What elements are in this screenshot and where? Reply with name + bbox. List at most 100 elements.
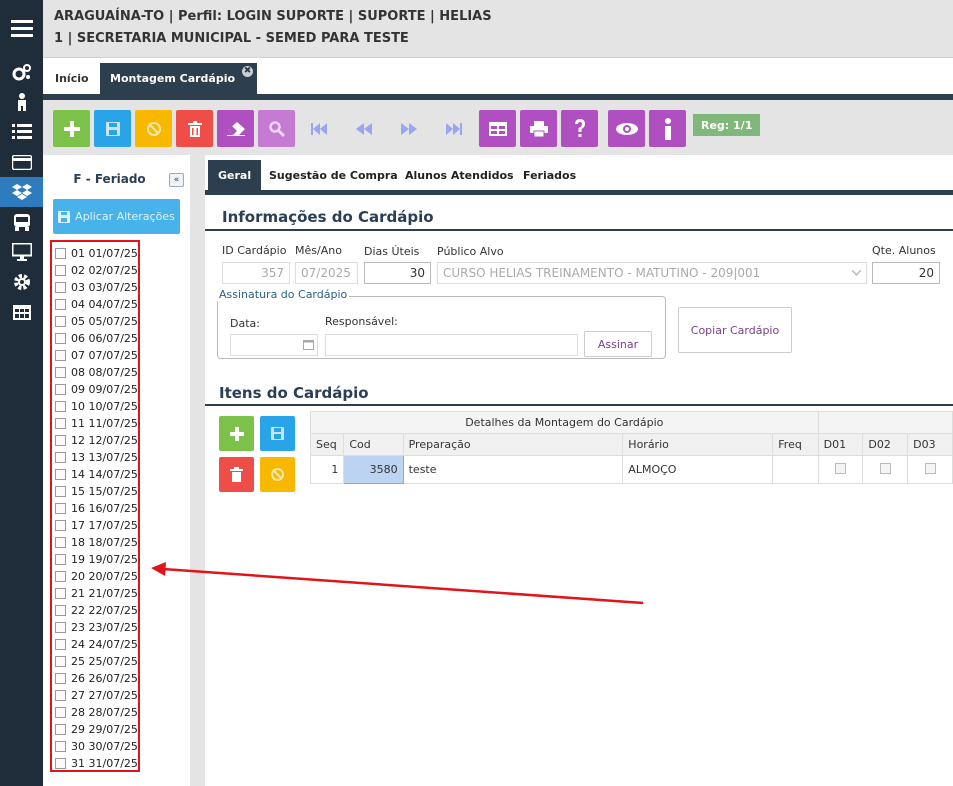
grid-view-button[interactable] [479, 110, 516, 147]
col-freq[interactable]: Freq [772, 433, 819, 456]
day-checkbox-item[interactable]: 21 21/07/25 [55, 585, 138, 602]
day-checkbox[interactable] [55, 282, 66, 293]
day-checkbox[interactable] [55, 673, 66, 684]
data-field[interactable] [230, 334, 318, 356]
day-checkbox[interactable] [55, 639, 66, 650]
day-checkbox[interactable] [55, 333, 66, 344]
dias-field[interactable]: 30 [364, 262, 431, 284]
copy-menu-button[interactable]: Copiar Cardápio [678, 307, 792, 353]
day-checkbox-item[interactable]: 22 22/07/25 [55, 602, 138, 619]
day-checkbox[interactable] [55, 384, 66, 395]
col-d02[interactable]: D02 [862, 433, 909, 456]
day-checkbox[interactable] [55, 622, 66, 633]
d02-checkbox[interactable] [879, 462, 891, 474]
day-checkbox-item[interactable]: 06 06/07/25 [55, 330, 138, 347]
day-checkbox-item[interactable]: 15 15/07/25 [55, 483, 138, 500]
day-checkbox-item[interactable]: 14 14/07/25 [55, 466, 138, 483]
search-button[interactable] [258, 110, 295, 147]
cell-seq[interactable]: 1 [309, 455, 345, 484]
tab-montagem-cardapio[interactable]: Montagem Cardápio ✖ [100, 63, 258, 94]
d03-checkbox[interactable] [924, 462, 936, 474]
cancel-button[interactable] [135, 110, 172, 147]
day-checkbox-item[interactable]: 03 03/07/25 [55, 279, 138, 296]
cell-d03[interactable] [907, 455, 953, 484]
day-checkbox-item[interactable]: 28 28/07/25 [55, 704, 138, 721]
table-icon[interactable] [0, 297, 43, 327]
day-checkbox[interactable] [55, 469, 66, 480]
mes-field[interactable]: 07/2025 [295, 262, 358, 284]
cell-horario[interactable]: ALMOÇO [622, 455, 774, 484]
day-checkbox[interactable] [55, 571, 66, 582]
add-item-button[interactable] [219, 416, 254, 451]
day-checkbox-item[interactable]: 09 09/07/25 [55, 381, 138, 398]
delete-item-button[interactable] [219, 457, 254, 492]
day-checkbox[interactable] [55, 265, 66, 276]
day-checkbox-item[interactable]: 16 16/07/25 [55, 500, 138, 517]
day-checkbox[interactable] [55, 741, 66, 752]
print-button[interactable] [520, 110, 557, 147]
cell-preparacao[interactable]: teste [402, 455, 624, 484]
day-checkbox-item[interactable]: 13 13/07/25 [55, 449, 138, 466]
cancel-item-button[interactable] [260, 457, 295, 492]
day-checkbox-item[interactable]: 05 05/07/25 [55, 313, 138, 330]
day-checkbox-item[interactable]: 25 25/07/25 [55, 653, 138, 670]
day-checkbox[interactable] [55, 418, 66, 429]
day-checkbox-item[interactable]: 18 18/07/25 [55, 534, 138, 551]
assinar-button[interactable]: Assinar [584, 331, 652, 357]
qte-field[interactable]: 20 [872, 262, 940, 284]
subtab-geral[interactable]: Geral [208, 160, 262, 190]
cell-cod[interactable]: 3580 [343, 455, 404, 484]
subtab-sugestao-compra[interactable]: Sugestão de Compra [269, 160, 398, 190]
bus-icon[interactable] [0, 207, 43, 237]
tab-inicio[interactable]: Início [45, 63, 99, 94]
responsavel-field[interactable] [325, 334, 578, 356]
day-checkbox[interactable] [55, 299, 66, 310]
day-checkbox-item[interactable]: 19 19/07/25 [55, 551, 138, 568]
menu-icon[interactable] [0, 13, 43, 43]
id-field[interactable]: 357 [222, 262, 290, 284]
day-checkbox-item[interactable]: 20 20/07/25 [55, 568, 138, 585]
last-record-button[interactable] [443, 117, 465, 141]
col-horario[interactable]: Horário [622, 433, 774, 456]
day-checkbox-item[interactable]: 17 17/07/25 [55, 517, 138, 534]
day-checkbox[interactable] [55, 367, 66, 378]
day-checkbox-item[interactable]: 10 10/07/25 [55, 398, 138, 415]
save-item-button[interactable] [260, 416, 295, 451]
day-checkbox[interactable] [55, 758, 66, 769]
day-checkbox-item[interactable]: 02 02/07/25 [55, 262, 138, 279]
day-checkbox[interactable] [55, 707, 66, 718]
day-checkbox[interactable] [55, 452, 66, 463]
col-preparacao[interactable]: Preparação [402, 433, 624, 456]
day-checkbox[interactable] [55, 605, 66, 616]
col-d01[interactable]: D01 [817, 433, 864, 456]
previous-record-button[interactable] [353, 117, 375, 141]
day-checkbox-item[interactable]: 26 26/07/25 [55, 670, 138, 687]
cell-d01[interactable] [817, 455, 864, 484]
view-button[interactable] [608, 110, 645, 147]
day-checkbox[interactable] [55, 554, 66, 565]
day-checkbox[interactable] [55, 350, 66, 361]
col-cod[interactable]: Cod [343, 433, 404, 456]
credit-card-icon[interactable] [0, 147, 43, 177]
day-checkbox[interactable] [55, 503, 66, 514]
publico-select[interactable]: CURSO HELIAS TREINAMENTO - MATUTINO - 20… [437, 262, 867, 284]
day-checkbox[interactable] [55, 486, 66, 497]
day-checkbox-item[interactable]: 27 27/07/25 [55, 687, 138, 704]
day-checkbox-item[interactable]: 08 08/07/25 [55, 364, 138, 381]
day-checkbox[interactable] [55, 435, 66, 446]
day-checkbox-item[interactable]: 29 29/07/25 [55, 721, 138, 738]
dropbox-icon[interactable] [0, 177, 43, 207]
day-checkbox[interactable] [55, 588, 66, 599]
day-checkbox[interactable] [55, 724, 66, 735]
day-checkbox-item[interactable]: 23 23/07/25 [55, 619, 138, 636]
day-checkbox[interactable] [55, 656, 66, 667]
cogs-icon[interactable] [0, 57, 43, 87]
day-checkbox-item[interactable]: 30 30/07/25 [55, 738, 138, 755]
col-d03[interactable]: D03 [907, 433, 953, 456]
subtab-feriados[interactable]: Feriados [523, 160, 576, 190]
day-checkbox[interactable] [55, 690, 66, 701]
day-checkbox[interactable] [55, 537, 66, 548]
next-record-button[interactable] [398, 117, 420, 141]
d01-checkbox[interactable] [835, 462, 846, 474]
day-checkbox-item[interactable]: 01 01/07/25 [55, 245, 138, 262]
